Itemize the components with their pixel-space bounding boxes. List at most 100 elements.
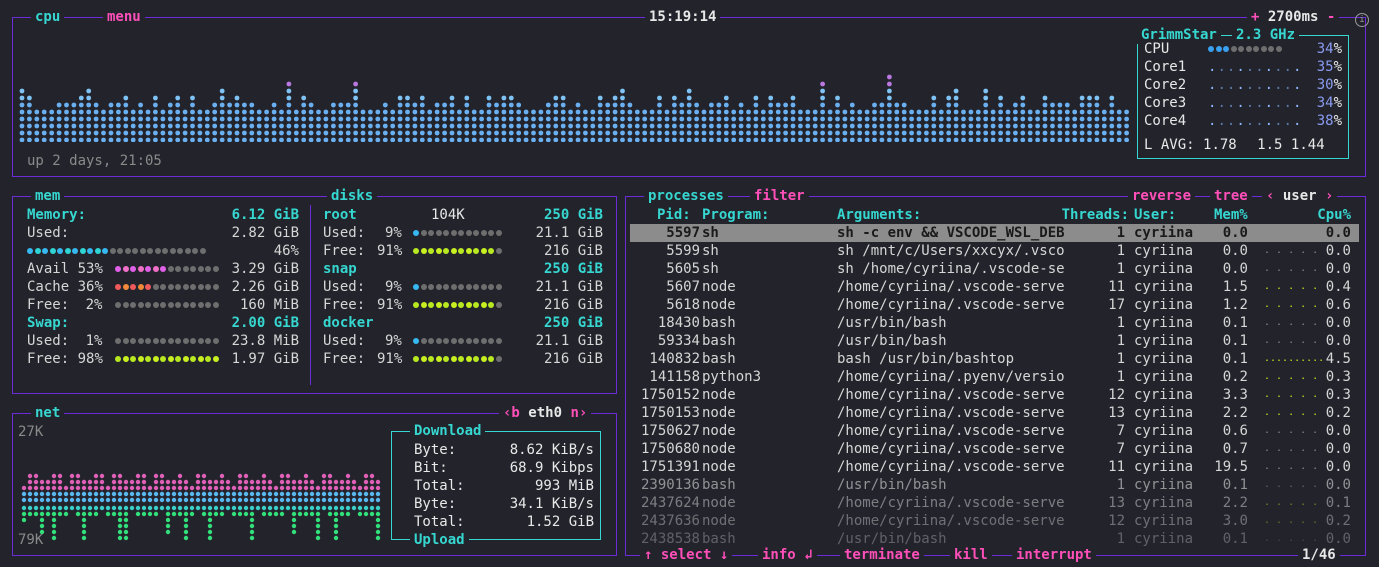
cpu-graph-dot	[71, 109, 77, 115]
interval-plus-button[interactable]: +	[1251, 9, 1259, 25]
cpu-graph-dot	[219, 109, 225, 115]
prev-interface-button[interactable]: ‹b	[503, 405, 520, 421]
header-cpu[interactable]: Cpu%	[1317, 206, 1351, 224]
process-row[interactable]: 2390136 bash/usr/bin/bash 1 cyriina 0.1. . .…	[630, 476, 1359, 494]
cpu-graph-dot	[545, 123, 551, 129]
cpu-graph-dot	[56, 137, 62, 142]
cpu-graph-dot	[419, 137, 425, 142]
select-control[interactable]: ↑ select ↓	[640, 546, 733, 564]
process-row[interactable]: 2437624 node/home/cyriina/.vscode-serve 13…	[630, 494, 1359, 512]
sort-prev-button[interactable]: ‹	[1266, 188, 1274, 204]
process-row[interactable]: 59334 bash/usr/bin/bash 1 cyriina 0.1. . . .…	[630, 332, 1359, 350]
meter-dot	[480, 338, 487, 344]
sort-next-button[interactable]: ›	[1325, 188, 1333, 204]
net-download-dot	[201, 491, 207, 497]
process-row[interactable]: 140832 bash bash /usr/bin/bashtop 1 cyriina 0…	[630, 350, 1359, 368]
cpu-graph-dot	[1109, 137, 1115, 142]
process-row[interactable]: 2437636 node/home/cyriina/.vscode-serve 12…	[630, 512, 1359, 530]
cpu-graph-dot	[93, 137, 99, 142]
cpu-graph-dot	[123, 102, 129, 108]
net-upload-dot	[249, 529, 255, 535]
interval-minus-button[interactable]: -	[1327, 9, 1335, 25]
process-row[interactable]: 1750153 node/home/cyriina/.vscode-serve 13…	[630, 404, 1359, 422]
cpu-graph-dot	[879, 102, 885, 108]
cpu-graph-dot	[723, 102, 729, 108]
cpu-graph-dot	[145, 109, 151, 115]
kill-button[interactable]: kill	[950, 546, 992, 564]
cpu-graph-dot	[857, 137, 863, 142]
meter-dot	[115, 338, 121, 344]
net-download-dot	[81, 491, 87, 497]
process-row[interactable]: 5607 node/home/cyriina/.vscode-serve 11 cyr…	[630, 278, 1359, 296]
cpu-graph-dot	[1064, 109, 1070, 115]
process-user: cyriina	[1134, 495, 1194, 511]
meter-dot	[79, 248, 86, 254]
net-upload-dot	[291, 505, 297, 511]
header-user[interactable]: User:	[1134, 206, 1176, 224]
reverse-button[interactable]: reverse	[1128, 187, 1196, 205]
menu-button[interactable]: menu	[103, 8, 145, 26]
process-row[interactable]: 141158 python3/home/cyriina/.pyenv/versio…	[630, 368, 1359, 386]
process-row[interactable]: 1750627 node/home/cyriina/.vscode-serve 7 c…	[630, 422, 1359, 440]
net-upload-dot	[327, 505, 333, 511]
next-interface-button[interactable]: n›	[570, 405, 587, 421]
cpu-graph-dot	[531, 123, 536, 129]
swap-free-label: Free:	[27, 351, 70, 367]
cpu-graph-dot	[1013, 123, 1018, 129]
process-row[interactable]: 5618 node/home/cyriina/.vscode-serve 17 cyr…	[630, 296, 1359, 314]
process-arguments: /usr/bin/bash	[837, 315, 947, 331]
net-upload-dot	[105, 511, 111, 517]
net-download-dot	[279, 479, 285, 485]
cpu-graph-dot	[471, 123, 477, 129]
process-row[interactable]: 1751391 node/home/cyriina/.vscode-serve 11…	[630, 458, 1359, 476]
cpu-graph-dot	[849, 109, 855, 115]
process-row[interactable]: 1750152 node/home/cyriina/.vscode-serve 12…	[630, 386, 1359, 404]
net-download-dot	[291, 479, 297, 485]
cpu-title[interactable]: cpu	[31, 8, 65, 26]
filter-button[interactable]: filter	[750, 187, 809, 205]
cpu-graph-dot	[849, 130, 855, 136]
swap-free-percent: 98%	[77, 351, 103, 367]
cpu-graph-dot	[553, 137, 559, 142]
cpu-graph-dot	[590, 123, 596, 129]
cpu-graph-dot	[78, 109, 84, 115]
process-row[interactable]: 18430 bash/usr/bin/bash 1 cyriina 0.1. . . .…	[630, 314, 1359, 332]
tree-button[interactable]: tree	[1210, 187, 1252, 205]
info-button[interactable]: info ↲	[758, 546, 817, 564]
cpu-graph-dot	[916, 123, 922, 129]
header-pid[interactable]: Pid:	[657, 206, 691, 224]
cpu-graph-dot	[894, 116, 900, 122]
net-upload-dot	[69, 505, 75, 511]
info-icon[interactable]: i	[1355, 13, 1369, 27]
process-cpu-graph: . . . . .	[1264, 389, 1319, 400]
net-download-dot	[369, 485, 375, 491]
net-upload-dot	[135, 511, 141, 517]
process-row[interactable]: 1750680 node/home/cyriina/.vscode-serve 7 c…	[630, 440, 1359, 458]
net-download-dot	[27, 485, 33, 491]
process-row[interactable]: 5605 sh sh /home/cyriina/.vscode-se 1 cyriin…	[630, 260, 1359, 278]
cpu-graph-dot	[924, 137, 929, 142]
process-arguments: /home/cyriina/.vscode-serve	[837, 279, 1065, 295]
cpu-graph-dot	[108, 102, 114, 108]
core-history-dot: .	[1292, 59, 1303, 75]
terminate-button[interactable]: terminate	[840, 546, 924, 564]
process-row[interactable]: 5599 sh sh /mnt/c/Users/xxcyx/.vsco 1 cyriin…	[630, 242, 1359, 260]
process-row[interactable]: 2438538 bash/usr/bin/bash 1 cyriina 0.1. . .…	[630, 530, 1359, 548]
process-cpu: 0.0	[1325, 261, 1351, 277]
cpu-graph-dot	[286, 123, 292, 129]
meter-dot	[435, 230, 442, 236]
interrupt-button[interactable]: interrupt	[1012, 546, 1096, 564]
net-download-dot	[141, 479, 147, 485]
core-history-dot: .	[1236, 77, 1246, 93]
disk-io: 104K	[431, 207, 465, 223]
cpu-graph-dot	[1064, 130, 1070, 136]
meter-dot	[190, 266, 196, 272]
header-arguments[interactable]: Arguments:	[837, 206, 921, 224]
cpu-graph-dot	[390, 137, 396, 142]
header-program[interactable]: Program:	[702, 206, 769, 224]
header-threads[interactable]: Threads:	[1062, 206, 1129, 224]
process-mem: 0.2	[1222, 369, 1248, 385]
mem-used-meter	[27, 242, 207, 260]
process-row[interactable]: 5597 sh sh -c env && VSCODE_WSL_DEB 1 cyriin…	[630, 224, 1359, 242]
header-mem[interactable]: Mem%	[1214, 206, 1248, 224]
